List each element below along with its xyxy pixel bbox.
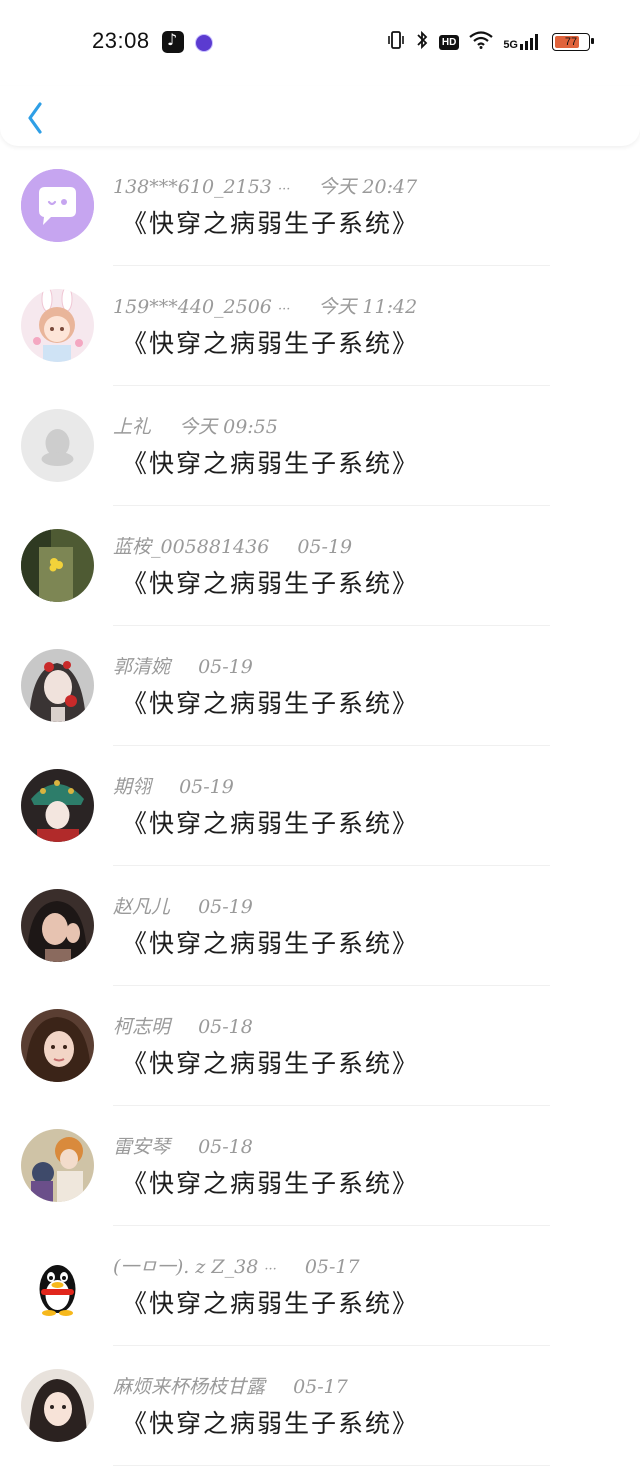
conversation-item[interactable]: 蓝桉_005881436 05-19 《快穿之病弱生子系统》 (0, 506, 640, 626)
conversation-meta: 柯志明 05-18 (113, 1012, 253, 1039)
opera-figure-image (21, 769, 94, 842)
avatar[interactable] (21, 1369, 94, 1442)
message-preview: 《快穿之病弱生子系统》 (122, 1169, 420, 1198)
conversation-meta: 雷安琴 05-18 (113, 1132, 253, 1159)
message-preview: 《快穿之病弱生子系统》 (122, 809, 420, 838)
timestamp: 05-19 (297, 536, 353, 558)
conversation-meta: 蓝桉_005881436 05-19 (113, 532, 352, 559)
conversation-meta: 期翎 05-19 (113, 772, 234, 799)
avatar[interactable] (21, 1129, 94, 1202)
message-preview: 《快穿之病弱生子系统》 (122, 449, 420, 478)
sender-name: 期翎 (113, 776, 152, 798)
conversation-item[interactable]: 138***610_2153 ··· 今天 20:47 《快穿之病弱生子系统》 (0, 146, 640, 266)
conversation-meta: 赵凡儿 05-19 (113, 892, 253, 919)
sender-name: 159***440_2506 (113, 296, 272, 318)
conversation-meta: (一ㅁ一). z Z_38 ··· 05-17 (113, 1252, 360, 1279)
message-preview: 《快穿之病弱生子系统》 (122, 689, 420, 718)
conversation-meta: 138***610_2153 ··· 今天 20:47 (113, 172, 417, 199)
status-bar: 23:08 HD 5G 77 (0, 0, 640, 86)
sender-name: 蓝桉_005881436 (113, 536, 270, 558)
conversation-item[interactable]: 159***440_2506 ··· 今天 11:42 《快穿之病弱生子系统》 (0, 266, 640, 386)
name-ellipsis: ··· (264, 1262, 277, 1277)
chevron-left-icon (28, 102, 42, 134)
flower-photo-image (21, 529, 94, 602)
avatar[interactable] (21, 529, 94, 602)
conversation-item[interactable]: 雷安琴 05-18 《快穿之病弱生子系统》 (0, 1106, 640, 1226)
conversation-item[interactable]: 郭清婉 05-19 《快穿之病弱生子系统》 (0, 626, 640, 746)
sender-name: 柯志明 (113, 1016, 171, 1038)
avatar[interactable] (21, 409, 94, 482)
clock: 23:08 (92, 28, 150, 53)
message-preview: 《快穿之病弱生子系统》 (122, 1409, 420, 1438)
sender-name: 麻烦来杯杨枝甘露 (113, 1376, 266, 1398)
wifi-icon (469, 30, 494, 54)
girl-portrait-image (21, 1369, 94, 1442)
conversation-item[interactable]: 赵凡儿 05-19 《快穿之病弱生子系统》 (0, 866, 640, 986)
name-ellipsis: ··· (277, 182, 291, 197)
sender-name: 138***610_2153 (113, 176, 272, 198)
avatar[interactable] (21, 289, 94, 362)
avatar[interactable] (21, 889, 94, 962)
message-preview: 《快穿之病弱生子系统》 (122, 1289, 420, 1318)
anime-boys-image (21, 1129, 94, 1202)
timestamp: 05-18 (198, 1136, 253, 1158)
conversation-item[interactable]: 柯志明 05-18 《快穿之病弱生子系统》 (0, 986, 640, 1106)
status-icons: HD 5G 77 (387, 30, 594, 55)
conversation-meta: 郭清婉 05-19 (113, 652, 253, 679)
timestamp: 05-19 (179, 776, 234, 798)
sender-name: 雷安琴 (113, 1136, 171, 1158)
signal-icon: 5G (503, 34, 538, 51)
battery-icon: 77 (552, 33, 594, 51)
header (0, 86, 640, 146)
message-preview: 《快穿之病弱生子系统》 (122, 929, 420, 958)
avatar[interactable] (21, 769, 94, 842)
conversation-meta: 麻烦来杯杨枝甘露 05-17 (113, 1372, 348, 1399)
conversation-list: 138***610_2153 ··· 今天 20:47 《快穿之病弱生子系统》 (0, 146, 640, 1466)
timestamp: 05-17 (293, 1376, 348, 1398)
timestamp: 今天 20:47 (318, 176, 418, 198)
default-penguin-icon (21, 409, 94, 482)
back-button[interactable] (22, 94, 54, 134)
tiktok-icon (162, 30, 184, 53)
conversation-item[interactable]: 期翎 05-19 《快穿之病弱生子系统》 (0, 746, 640, 866)
conversation-item[interactable]: (一ㅁ一). z Z_38 ··· 05-17 《快穿之病弱生子系统》 (0, 1226, 640, 1346)
vibrate-icon (387, 30, 405, 55)
conversation-item[interactable]: 上礼 今天 09:55 《快穿之病弱生子系统》 (0, 386, 640, 506)
avatar[interactable] (21, 1009, 94, 1082)
message-preview: 《快穿之病弱生子系统》 (122, 1049, 420, 1078)
message-preview: 《快穿之病弱生子系统》 (122, 209, 420, 238)
sender-name: 赵凡儿 (113, 896, 171, 918)
message-preview: 《快穿之病弱生子系统》 (122, 569, 420, 598)
bluetooth-icon (415, 30, 429, 55)
timestamp: 今天 11:42 (318, 296, 418, 318)
timestamp: 05-19 (198, 896, 253, 918)
name-ellipsis: ··· (277, 302, 291, 317)
avatar[interactable] (21, 169, 94, 242)
timestamp: 今天 09:55 (179, 416, 278, 438)
girl-photo-image (21, 889, 94, 962)
network-type: 5G (503, 39, 518, 51)
anime-avatar-image (21, 289, 94, 362)
timestamp: 05-17 (304, 1256, 360, 1278)
conversation-item[interactable]: 麻烦来杯杨枝甘露 05-17 《快穿之病弱生子系统》 (0, 1346, 640, 1466)
battery-level: 77 (564, 36, 578, 48)
sender-name: (一ㅁ一). z Z_38 (113, 1256, 259, 1278)
sender-name: 郭清婉 (113, 656, 171, 678)
conversation-meta: 上礼 今天 09:55 (113, 412, 278, 439)
avatar[interactable] (21, 649, 94, 722)
girl-selfie-image (21, 1009, 94, 1082)
ancient-girl-image (21, 649, 94, 722)
qq-penguin-icon (21, 1249, 94, 1322)
hd-icon: HD (438, 34, 460, 50)
avatar[interactable] (21, 1249, 94, 1322)
conversation-meta: 159***440_2506 ··· 今天 11:42 (113, 292, 417, 319)
app-circle-icon (195, 34, 213, 52)
timestamp: 05-19 (198, 656, 253, 678)
message-preview: 《快穿之病弱生子系统》 (122, 329, 420, 358)
sender-name: 上礼 (113, 416, 152, 438)
timestamp: 05-18 (198, 1016, 253, 1038)
chat-bubble-icon (21, 169, 94, 242)
